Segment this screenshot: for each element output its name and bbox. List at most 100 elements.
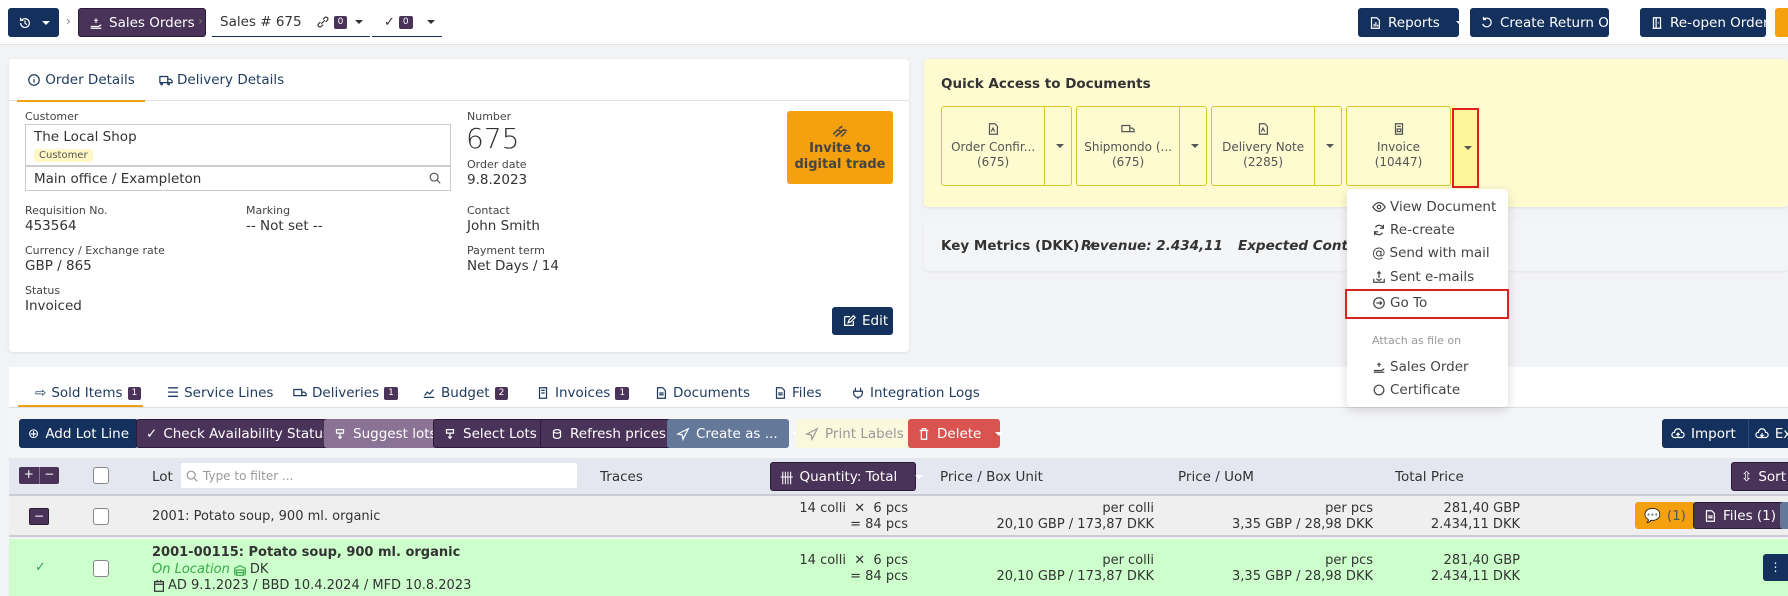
suggest-lots-button[interactable]: Suggest lots (324, 419, 446, 448)
create-return-order-button[interactable]: Create Return Order (1470, 8, 1637, 37)
trash-icon (917, 427, 931, 441)
collapse-row-button[interactable]: − (29, 508, 49, 525)
menu-item-sent-emails[interactable]: Sent e-mails (1372, 269, 1474, 285)
checks-dropdown[interactable]: ✓ 0 (372, 8, 442, 37)
row-location: On Location DK (152, 562, 268, 577)
tab-sold-items[interactable]: ⇨ Sold Items 1 (35, 385, 142, 401)
truck-icon (1121, 122, 1135, 136)
invoice-icon (1392, 122, 1406, 136)
row-checkbox[interactable] (93, 560, 109, 577)
sales-hand-icon (1372, 360, 1386, 374)
export-button[interactable]: Exp (1775, 426, 1788, 442)
tab-invoices[interactable]: Invoices 1 (536, 385, 630, 401)
expand-collapse-all[interactable]: + − (19, 467, 59, 484)
tab-order-details[interactable]: Order Details (17, 59, 145, 102)
comments-button[interactable]: 💬 (1) (1635, 502, 1695, 529)
coins-icon (550, 427, 564, 441)
marking-value: -- Not set -- (246, 218, 323, 234)
doc-open-button[interactable]: Shipmondo (... (675) (1077, 107, 1179, 185)
door-icon (1650, 16, 1664, 30)
payment-term-value: Net Days / 14 (467, 258, 559, 274)
row-quantity: 14 colli ✕ 6 pcs = 84 pcs (799, 553, 908, 584)
undo-icon (1480, 16, 1494, 30)
list-icon: ☰ (167, 385, 180, 401)
at-icon: @ (1372, 245, 1386, 261)
customer-field[interactable]: The Local Shop Customer (25, 124, 451, 166)
search-icon[interactable] (428, 171, 442, 185)
collapse-all-button[interactable]: − (40, 467, 60, 484)
print-labels-button[interactable]: Print Labels (796, 419, 913, 448)
sort-button[interactable]: ⇳ Sort (1731, 462, 1788, 491)
add-lot-line-button[interactable]: ⊕ Add Lot Line (19, 419, 139, 448)
reopen-order-button[interactable]: Re-open Order (1640, 8, 1769, 37)
cloud-upload-icon (1671, 427, 1685, 441)
tab-files[interactable]: Files (773, 385, 822, 401)
select-all-checkbox[interactable] (93, 467, 109, 484)
address-field[interactable]: Main office / Exampleton (25, 166, 451, 191)
link-icon (316, 15, 330, 29)
menu-item-go-to[interactable]: Go To (1372, 295, 1427, 311)
row-dates: AD 9.1.2023 / BBD 10.4.2024 / MFD 10.8.2… (152, 578, 471, 593)
menu-item-attach-certificate[interactable]: Certificate (1372, 382, 1460, 398)
files-button[interactable]: Files (1) (1693, 502, 1787, 529)
links-dropdown[interactable]: 0 (316, 15, 364, 29)
tab-delivery-details[interactable]: Delivery Details (159, 59, 284, 100)
sort-icon: ⇳ (1741, 468, 1753, 485)
status-label: Status (25, 284, 61, 297)
import-button[interactable]: ImportExp (1662, 419, 1788, 448)
menu-item-send-with-mail[interactable]: @ Send with mail (1372, 245, 1490, 261)
check-availability-button[interactable]: ✓ Check Availability Status (136, 419, 341, 448)
doc-open-button[interactable]: Invoice (10447) (1347, 107, 1450, 185)
select-lots-button[interactable]: Select Lots (433, 419, 547, 448)
invite-digital-trade-button[interactable]: Invite to digital trade (787, 111, 893, 184)
sold-items-icon: ⇨ (35, 385, 47, 401)
document-dropdown-menu: View Document Re-create @ Send with mail … (1345, 189, 1509, 407)
history-button[interactable] (8, 8, 59, 37)
doc-dropdown-toggle[interactable] (1179, 107, 1206, 185)
edit-button[interactable]: Edit (832, 307, 893, 335)
invoice-dropdown-toggle[interactable] (1452, 108, 1479, 188)
arrow-circle-right-icon (1372, 296, 1386, 310)
delete-button[interactable]: Delete (908, 419, 1004, 448)
tab-budget[interactable]: Budget 2 (422, 385, 509, 401)
menu-item-view-document[interactable]: View Document (1372, 199, 1496, 215)
location-status: On Location (152, 562, 230, 577)
quantity-total-dropdown[interactable]: 卌 Quantity: Total (770, 462, 924, 491)
file-icon (1703, 509, 1717, 523)
create-as-button[interactable]: Create as ... (667, 419, 800, 448)
refresh-prices-button[interactable]: Refresh prices (540, 419, 676, 448)
row-menu-button[interactable]: ⋮ (1763, 554, 1788, 581)
plus-circle-icon: ⊕ (28, 425, 40, 442)
more-actions-button[interactable] (1775, 8, 1788, 37)
tab-documents[interactable]: Documents (654, 385, 750, 401)
requisition-value: 453564 (25, 218, 77, 234)
price-uom-column-header: Price / UoM (1178, 469, 1254, 485)
menu-item-recreate[interactable]: Re-create (1372, 222, 1455, 238)
expand-all-button[interactable]: + (19, 467, 40, 484)
doc-dropdown-toggle[interactable] (1044, 107, 1071, 185)
info-icon (27, 73, 41, 87)
row-quantity: 14 colli ✕ 6 pcs = 84 pcs (799, 501, 908, 532)
tab-deliveries[interactable]: Deliveries 1 (293, 385, 398, 401)
menu-item-attach-sales-order[interactable]: Sales Order (1372, 359, 1469, 375)
handshake-icon (828, 123, 852, 141)
check-icon: ✓ (146, 425, 158, 442)
doc-dropdown-toggle[interactable] (1314, 107, 1341, 185)
doc-open-button[interactable]: Delivery Note (2285) (1212, 107, 1314, 185)
tab-service-lines[interactable]: ☰ Service Lines (167, 385, 273, 401)
lot-filter-input[interactable]: Type to filter ... (181, 463, 577, 488)
tab-integration-logs[interactable]: Integration Logs (851, 385, 980, 401)
search-icon (185, 469, 199, 483)
active-tab-indicator (18, 405, 143, 407)
doc-card-invoice: Invoice (10447) (1346, 106, 1451, 186)
calendar-icon (152, 579, 166, 593)
more-row-button[interactable] (1780, 502, 1788, 529)
certificate-icon (1372, 383, 1386, 397)
truck-icon (293, 386, 307, 400)
breadcrumb-sales-orders[interactable]: Sales Orders (78, 8, 206, 37)
reports-button[interactable]: Reports (1358, 8, 1464, 37)
report-icon (1368, 16, 1382, 30)
lot-column-header: Lot (152, 469, 173, 485)
doc-open-button[interactable]: Order Confir... (675) (942, 107, 1044, 185)
row-checkbox[interactable] (93, 508, 109, 525)
